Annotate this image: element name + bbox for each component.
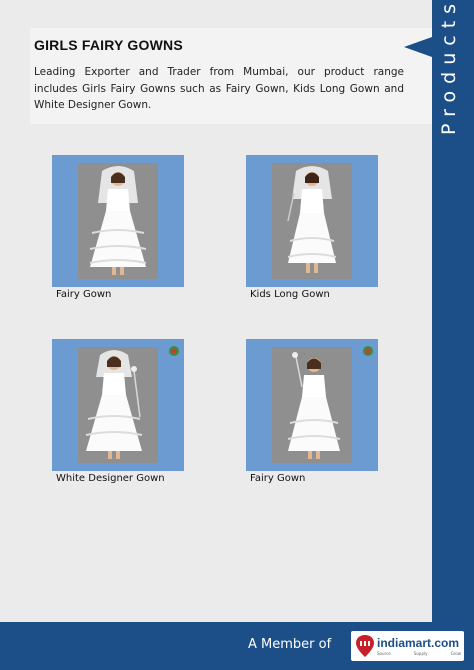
product-caption[interactable]: Fairy Gown <box>56 289 111 300</box>
girl-in-gown-image <box>78 347 158 463</box>
product-photo[interactable] <box>78 347 158 463</box>
member-text: A Member of <box>248 637 332 652</box>
side-tab-label: Products <box>438 0 460 135</box>
logo-name: indiamart.com <box>377 636 460 650</box>
product-caption[interactable]: White Designer Gown <box>56 473 165 484</box>
logo-tagline: Source Supply Grow <box>377 651 461 656</box>
product-caption[interactable]: Kids Long Gown <box>250 289 330 300</box>
tagline-word: Grow <box>450 651 461 656</box>
product-caption[interactable]: Fairy Gown <box>250 473 305 484</box>
tagline-word: Source <box>377 651 391 656</box>
brand-stamp-icon <box>169 346 179 356</box>
indiamart-logo[interactable]: indiamart.com Source Supply Grow <box>351 631 464 661</box>
product-photo[interactable] <box>78 163 158 279</box>
girl-in-gown-image <box>78 163 158 279</box>
product-photo[interactable] <box>272 347 352 463</box>
side-arrow-pointer <box>404 37 432 57</box>
brand-stamp-icon <box>363 346 373 356</box>
product-photo-frame <box>52 155 184 287</box>
girl-in-gown-image <box>272 347 352 463</box>
page-title: GIRLS FAIRY GOWNS <box>34 37 183 53</box>
intro-paragraph: Leading Exporter and Trader from Mumbai,… <box>34 66 404 111</box>
girl-in-gown-image <box>272 163 352 279</box>
product-photo-frame <box>52 339 184 471</box>
product-photo-frame <box>246 155 378 287</box>
product-photo-frame <box>246 339 378 471</box>
indiamart-mark-icon <box>356 635 374 657</box>
tagline-word: Supply <box>413 651 428 656</box>
product-photo[interactable] <box>272 163 352 279</box>
